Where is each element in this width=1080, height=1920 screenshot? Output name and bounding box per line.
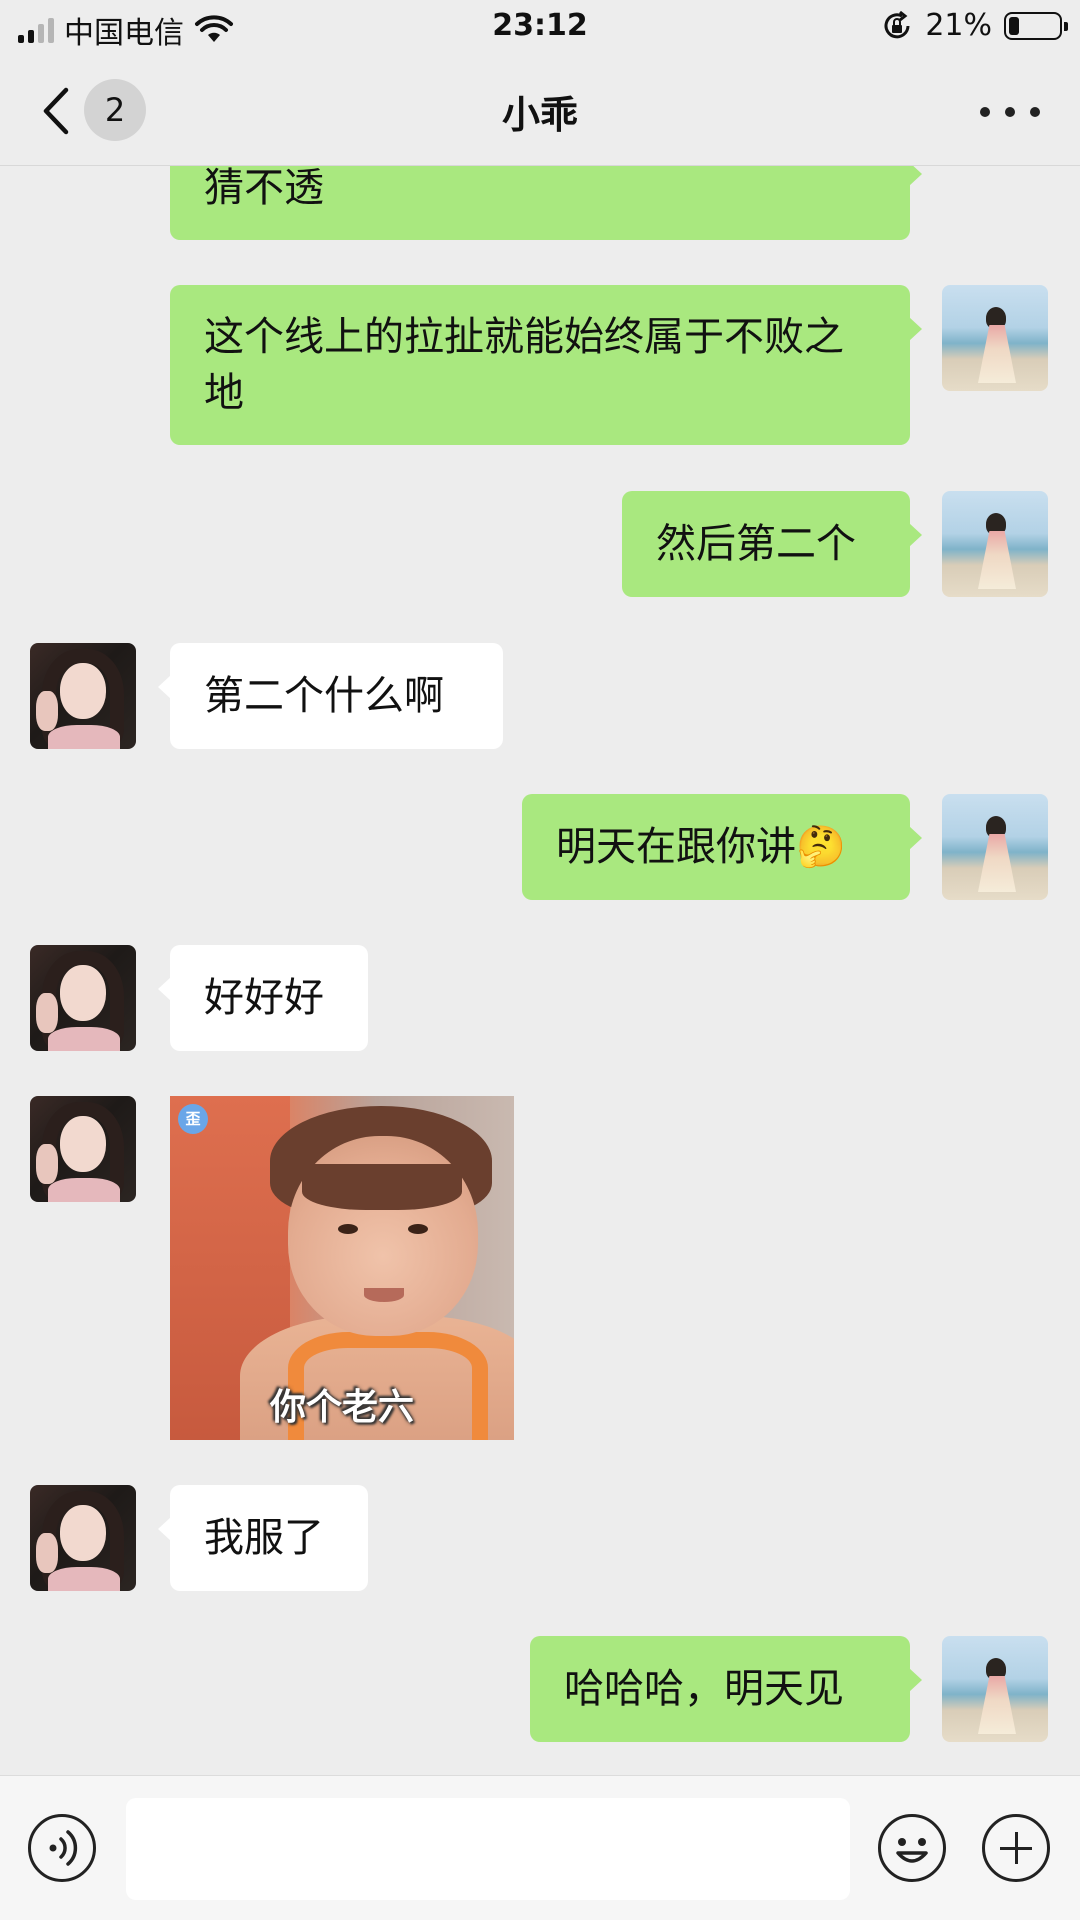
input-bar	[0, 1775, 1080, 1920]
battery-percent: 21%	[925, 8, 992, 43]
plus-button[interactable]	[982, 1814, 1050, 1882]
rotation-lock-icon	[884, 10, 910, 38]
message-text: 好好好	[204, 975, 324, 1021]
message-text: 这个线上的拉扯就能始终属于不败之地	[204, 314, 844, 416]
more-options-button[interactable]	[980, 100, 1040, 124]
voice-icon	[49, 1830, 78, 1866]
my-avatar[interactable]	[942, 794, 1048, 900]
message-text: 第二个什么啊	[204, 673, 444, 719]
sticker-image[interactable]: 歪 你个老六	[170, 1096, 514, 1440]
message-bubble-them[interactable]: 我服了	[158, 1485, 368, 1591]
emoji-icon	[896, 1838, 928, 1863]
battery-icon	[1004, 11, 1068, 40]
my-avatar[interactable]	[942, 285, 1048, 391]
message-input[interactable]	[126, 1798, 850, 1900]
sticker-logo-icon: 歪	[178, 1104, 208, 1134]
my-avatar[interactable]	[942, 1636, 1048, 1742]
message-bubble-me[interactable]: 哈哈哈，明天见	[530, 1636, 922, 1742]
message-list[interactable]: 猜不透 这个线上的拉扯就能始终属于不败之地 然后第二个 第二个什么啊 明天在跟你…	[0, 0, 1080, 1775]
message-text: 然后第二个	[656, 521, 856, 567]
battery-level	[1009, 16, 1019, 35]
message-bubble-me[interactable]: 这个线上的拉扯就能始终属于不败之地	[170, 285, 922, 445]
message-text: 猜不透	[204, 165, 324, 211]
sticker-caption: 你个老六	[269, 1387, 414, 1428]
message-text: 明天在跟你讲	[556, 824, 796, 870]
voice-button[interactable]	[28, 1814, 96, 1882]
my-avatar[interactable]	[942, 491, 1048, 597]
status-right: 21%	[881, 8, 1068, 43]
contact-avatar[interactable]	[30, 945, 136, 1051]
contact-avatar[interactable]	[30, 643, 136, 749]
message-text: 哈哈哈，明天见	[564, 1666, 844, 1712]
message-bubble-them[interactable]: 第二个什么啊	[158, 643, 503, 749]
thinking-emoji-icon: 🤔	[796, 824, 846, 870]
chat-screen: 猜不透 这个线上的拉扯就能始终属于不败之地 然后第二个 第二个什么啊 明天在跟你…	[0, 0, 1080, 1920]
message-text: 我服了	[204, 1515, 324, 1561]
more-dots-icon	[980, 107, 990, 117]
status-bar: 中国电信 23:12 21%	[0, 0, 1080, 56]
chat-title: 小乖	[501, 93, 578, 137]
message-bubble-me[interactable]: 明天在跟你讲🤔	[522, 794, 922, 900]
contact-avatar[interactable]	[30, 1485, 136, 1591]
emoji-button[interactable]	[878, 1814, 946, 1882]
chat-header: 2 小乖	[0, 56, 1080, 166]
contact-avatar[interactable]	[30, 1096, 136, 1202]
message-bubble-me[interactable]: 然后第二个	[622, 491, 922, 597]
message-bubble-them[interactable]: 好好好	[158, 945, 368, 1051]
